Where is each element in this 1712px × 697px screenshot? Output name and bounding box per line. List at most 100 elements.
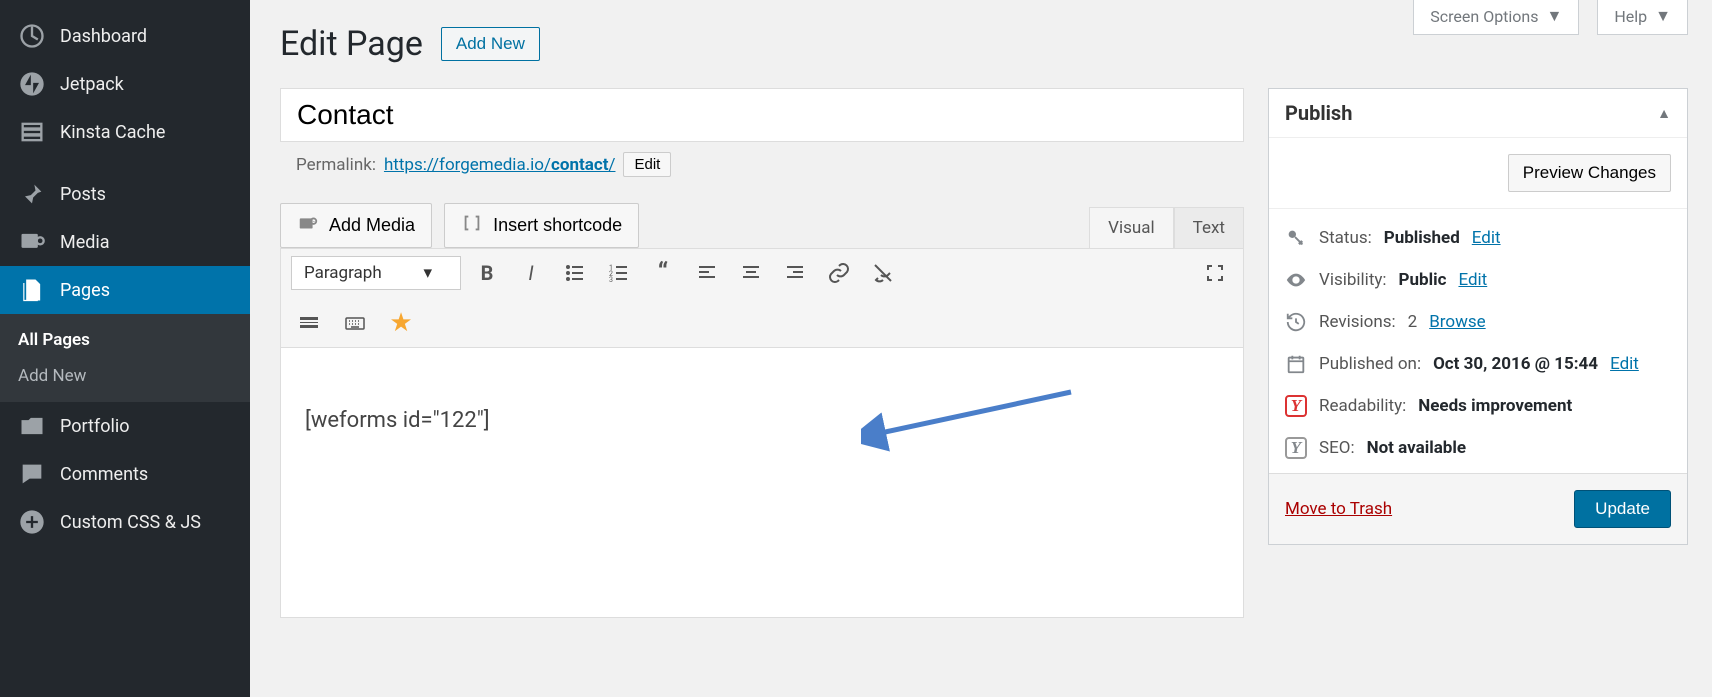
page-title: Edit Page xyxy=(280,24,423,64)
sidebar-label: Dashboard xyxy=(60,26,147,47)
seo-row: Y SEO: Not available xyxy=(1285,427,1671,469)
pages-icon xyxy=(18,276,46,304)
numbered-list-button[interactable]: 123 xyxy=(601,255,637,291)
sidebar-item-comments[interactable]: Comments xyxy=(0,450,250,498)
help-label: Help xyxy=(1614,7,1647,26)
insert-shortcode-button[interactable]: Insert shortcode xyxy=(444,203,639,248)
format-select[interactable]: Paragraph ▾ xyxy=(291,256,461,290)
post-title-input[interactable] xyxy=(280,88,1244,142)
seo-label: SEO: xyxy=(1319,438,1355,458)
sidebar-label: Kinsta Cache xyxy=(60,122,165,143)
submenu-all-pages[interactable]: All Pages xyxy=(0,322,250,358)
readability-label: Readability: xyxy=(1319,396,1406,416)
sidebar-item-media[interactable]: Media xyxy=(0,218,250,266)
insert-shortcode-label: Insert shortcode xyxy=(493,215,622,236)
pin-icon xyxy=(18,180,46,208)
published-edit-link[interactable]: Edit xyxy=(1610,354,1639,374)
align-left-button[interactable] xyxy=(689,255,725,291)
shortcode-text: [weforms id="122"] xyxy=(305,408,490,433)
bold-button[interactable]: B xyxy=(469,255,505,291)
add-media-label: Add Media xyxy=(329,215,415,236)
admin-sidebar: Dashboard Jetpack Kinsta Cache Posts Med… xyxy=(0,0,250,697)
comments-icon xyxy=(18,460,46,488)
status-label: Status: xyxy=(1319,228,1372,248)
update-button[interactable]: Update xyxy=(1574,490,1671,528)
visibility-label: Visibility: xyxy=(1319,270,1387,290)
fullscreen-button[interactable] xyxy=(1197,255,1233,291)
readability-row: Y Readability: Needs improvement xyxy=(1285,385,1671,427)
portfolio-icon xyxy=(18,412,46,440)
keyboard-button[interactable] xyxy=(337,305,373,341)
sidebar-item-posts[interactable]: Posts xyxy=(0,170,250,218)
shortcode-icon xyxy=(461,212,483,239)
editor-toolbar: Paragraph ▾ B I 123 “ ★ xyxy=(280,248,1244,348)
sidebar-label: Jetpack xyxy=(60,74,124,95)
dashboard-icon xyxy=(18,22,46,50)
bullet-list-button[interactable] xyxy=(557,255,593,291)
sidebar-label: Posts xyxy=(60,184,106,205)
published-label: Published on: xyxy=(1319,354,1421,374)
calendar-icon xyxy=(1285,353,1307,375)
revisions-browse-link[interactable]: Browse xyxy=(1429,312,1485,332)
screen-options-tab[interactable]: Screen Options ▼ xyxy=(1413,0,1579,35)
move-to-trash-link[interactable]: Move to Trash xyxy=(1285,499,1392,519)
sidebar-label: Custom CSS & JS xyxy=(60,512,201,533)
screen-options-label: Screen Options xyxy=(1430,7,1538,26)
media-icon xyxy=(18,228,46,256)
svg-text:3: 3 xyxy=(609,276,613,284)
unlink-button[interactable] xyxy=(865,255,901,291)
caret-down-icon: ▼ xyxy=(1547,6,1563,26)
visibility-value: Public xyxy=(1399,270,1447,290)
camera-icon xyxy=(297,212,319,239)
visibility-edit-link[interactable]: Edit xyxy=(1458,270,1487,290)
add-media-button[interactable]: Add Media xyxy=(280,203,432,248)
yoast-seo-icon: Y xyxy=(1285,437,1307,459)
sidebar-item-kinsta[interactable]: Kinsta Cache xyxy=(0,108,250,156)
sidebar-item-customcss[interactable]: Custom CSS & JS xyxy=(0,498,250,546)
italic-button[interactable]: I xyxy=(513,255,549,291)
revisions-row: Revisions: 2 Browse xyxy=(1285,301,1671,343)
sidebar-item-pages[interactable]: Pages xyxy=(0,266,250,314)
seo-value: Not available xyxy=(1367,438,1466,458)
plus-circle-icon xyxy=(18,508,46,536)
blockquote-button[interactable]: “ xyxy=(645,255,681,291)
sidebar-item-dashboard[interactable]: Dashboard xyxy=(0,12,250,60)
caret-down-icon: ▼ xyxy=(1655,6,1671,26)
status-value: Published xyxy=(1384,228,1460,248)
permalink-link[interactable]: https://forgemedia.io/contact/ xyxy=(384,155,616,175)
history-icon xyxy=(1285,311,1307,333)
revisions-label: Revisions: xyxy=(1319,312,1396,332)
main-content: Screen Options ▼ Help ▼ Edit Page Add Ne… xyxy=(250,0,1712,697)
editor-content[interactable]: [weforms id="122"] xyxy=(280,348,1244,618)
help-tab[interactable]: Help ▼ xyxy=(1597,0,1688,35)
yoast-readability-icon: Y xyxy=(1285,395,1307,417)
sidebar-label: Portfolio xyxy=(60,416,129,437)
readability-value: Needs improvement xyxy=(1418,396,1572,416)
tab-text[interactable]: Text xyxy=(1174,207,1244,248)
screen-meta-tabs: Screen Options ▼ Help ▼ xyxy=(1413,0,1688,35)
status-edit-link[interactable]: Edit xyxy=(1472,228,1501,248)
sidebar-label: Media xyxy=(60,232,110,253)
star-icon[interactable]: ★ xyxy=(383,305,419,341)
align-center-button[interactable] xyxy=(733,255,769,291)
tab-visual[interactable]: Visual xyxy=(1089,207,1173,248)
sidebar-submenu: All Pages Add New xyxy=(0,314,250,402)
collapse-icon[interactable]: ▲ xyxy=(1657,105,1671,122)
key-icon xyxy=(1285,227,1307,249)
add-new-button[interactable]: Add New xyxy=(441,27,540,61)
sidebar-label: Comments xyxy=(60,464,148,485)
annotation-arrow xyxy=(861,384,1081,454)
more-block-button[interactable] xyxy=(291,305,327,341)
align-right-button[interactable] xyxy=(777,255,813,291)
sidebar-item-jetpack[interactable]: Jetpack xyxy=(0,60,250,108)
preview-changes-button[interactable]: Preview Changes xyxy=(1508,154,1671,192)
format-value: Paragraph xyxy=(304,263,382,283)
submenu-add-new[interactable]: Add New xyxy=(0,358,250,394)
permalink-row: Permalink: https://forgemedia.io/contact… xyxy=(280,152,1244,177)
published-row: Published on: Oct 30, 2016 @ 15:44 Edit xyxy=(1285,343,1671,385)
permalink-edit-button[interactable]: Edit xyxy=(623,152,671,177)
sidebar-item-portfolio[interactable]: Portfolio xyxy=(0,402,250,450)
database-icon xyxy=(18,118,46,146)
link-button[interactable] xyxy=(821,255,857,291)
published-value: Oct 30, 2016 @ 15:44 xyxy=(1433,354,1598,374)
